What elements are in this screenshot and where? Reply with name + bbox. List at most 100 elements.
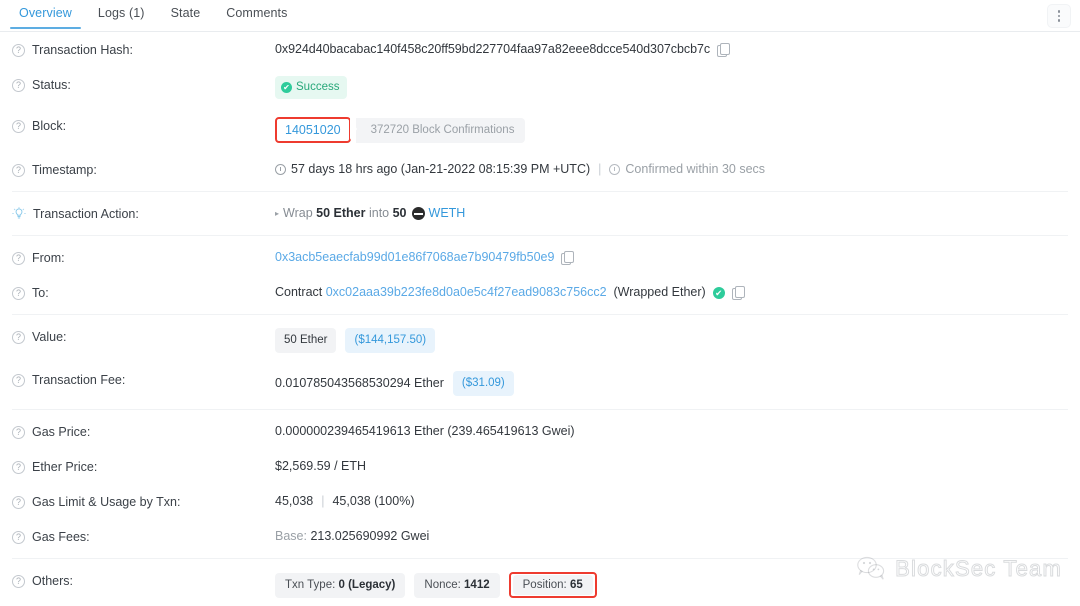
help-icon[interactable]: ?	[12, 78, 25, 92]
row-gas-fees: ? Gas Fees: Base: 213.025690992 Gwei	[0, 519, 1080, 554]
copy-icon[interactable]	[717, 42, 731, 57]
label-text: Transaction Action:	[33, 207, 139, 221]
help-icon[interactable]: ?	[12, 286, 25, 300]
help-icon[interactable]: ?	[12, 425, 25, 439]
tab-comments[interactable]: Comments	[213, 0, 300, 29]
divider	[12, 235, 1068, 236]
tab-state[interactable]: State	[158, 0, 214, 29]
label-text: Gas Fees:	[32, 530, 90, 544]
row-to: ? To: Contract 0xc02aaa39b223fe8d0a0e5c4…	[0, 275, 1080, 310]
tab-state-label: State	[170, 6, 201, 20]
label-status: ? Status:	[12, 76, 275, 93]
row-gas-price: ? Gas Price: 0.000000239465419613 Ether …	[0, 414, 1080, 449]
divider	[12, 409, 1068, 410]
help-icon[interactable]: ?	[12, 530, 25, 544]
help-icon[interactable]: ?	[12, 373, 25, 387]
label-text: Block:	[32, 119, 67, 133]
tab-bar: Overview Logs (1) State Comments	[0, 0, 1080, 32]
label-to: ? To:	[12, 284, 275, 301]
fee-fiat-pill: ($31.09)	[452, 371, 514, 396]
details-sheet: ? Transaction Hash: 0x924d40bacabac140f4…	[0, 32, 1080, 606]
gas-limit-separator: |	[321, 494, 325, 508]
fee-amount: 0.010785043568530294 Ether	[275, 376, 444, 390]
row-others: ? Others: Txn Type: 0 (Legacy) Nonce: 14…	[0, 563, 1080, 606]
verified-check-icon: ✔	[712, 286, 725, 299]
row-transaction-hash: ? Transaction Hash: 0x924d40bacabac140f4…	[0, 32, 1080, 67]
label-text: Ether Price:	[32, 460, 98, 474]
help-icon[interactable]: ?	[12, 163, 25, 177]
eth-token-icon	[411, 207, 425, 220]
label-text: Gas Price:	[32, 425, 91, 439]
kebab-menu-icon[interactable]	[1048, 5, 1070, 27]
help-icon[interactable]: ?	[12, 251, 25, 265]
help-icon[interactable]: ?	[12, 119, 25, 133]
txn-type-label: Txn Type:	[285, 578, 336, 591]
label-others: ? Others:	[12, 572, 275, 589]
value-timestamp: 57 days 18 hrs ago (Jan-21-2022 08:15:39…	[275, 161, 1080, 178]
value-gas-price: 0.000000239465419613 Ether (239.46541961…	[275, 424, 575, 438]
row-block: ? Block: 14051020 372720 Block Confirmat…	[0, 108, 1080, 152]
row-status: ? Status: ✔ Success	[0, 67, 1080, 108]
value-transaction-fee: 0.010785043568530294 Ether ($31.09)	[275, 371, 1080, 396]
label-text: Transaction Hash:	[32, 43, 133, 57]
stopwatch-icon	[609, 164, 621, 175]
gas-fees-base-label: Base:	[275, 529, 307, 543]
block-group: 14051020 372720 Block Confirmations	[275, 117, 526, 143]
nonce-value: 1412	[464, 578, 490, 591]
label-text: To:	[32, 286, 49, 300]
expand-caret-icon[interactable]: ▸	[275, 205, 279, 222]
tab-overview-label: Overview	[19, 6, 72, 20]
help-icon[interactable]: ?	[12, 330, 25, 344]
help-icon[interactable]: ?	[12, 574, 25, 588]
value-status: ✔ Success	[275, 76, 1080, 99]
position-annotation: Position: 65	[508, 572, 597, 598]
value-fiat-pill: ($144,157.50)	[345, 328, 436, 353]
nonce-label: Nonce:	[424, 578, 461, 591]
to-prefix: Contract	[275, 285, 323, 299]
check-icon: ✔	[281, 82, 292, 93]
tab-overview[interactable]: Overview	[6, 0, 85, 29]
status-badge-label: Success	[296, 81, 340, 93]
tab-comments-label: Comments	[226, 6, 288, 20]
value-others: Txn Type: 0 (Legacy) Nonce: 1412 Positio…	[275, 572, 1080, 598]
divider	[12, 191, 1068, 192]
value-gas-fees: Base: 213.025690992 Gwei	[275, 528, 1080, 545]
row-ether-price: ? Ether Price: $2,569.59 / ETH	[0, 449, 1080, 484]
help-icon[interactable]: ?	[12, 495, 25, 509]
label-value: ? Value:	[12, 328, 275, 345]
timestamp-text: 57 days 18 hrs ago (Jan-21-2022 08:15:39…	[291, 162, 591, 176]
label-gas-limit: ? Gas Limit & Usage by Txn:	[12, 493, 275, 510]
to-contract-name: (Wrapped Ether)	[613, 285, 706, 299]
value-transaction-hash: 0x924d40bacabac140f458c20ff59bd227704faa…	[275, 41, 1080, 58]
to-address-link[interactable]: 0xc02aaa39b223fe8d0a0e5c4f27ead9083c756c…	[326, 284, 607, 301]
label-gas-fees: ? Gas Fees:	[12, 528, 275, 545]
action-into: into	[368, 206, 390, 220]
value-from: 0x3acb5eaecfab99d01e86f7068ae7b90479fb50…	[275, 249, 1080, 266]
label-text: Timestamp:	[32, 163, 97, 177]
label-timestamp: ? Timestamp:	[12, 161, 275, 178]
label-ether-price: ? Ether Price:	[12, 458, 275, 475]
position-label: Position:	[522, 579, 567, 591]
copy-icon[interactable]	[561, 250, 575, 265]
nonce-pill: Nonce: 1412	[414, 572, 500, 598]
value-to: Contract 0xc02aaa39b223fe8d0a0e5c4f27ead…	[275, 284, 1080, 301]
label-gas-price: ? Gas Price:	[12, 423, 275, 440]
clock-icon	[275, 164, 286, 175]
help-icon[interactable]: ?	[12, 43, 25, 57]
block-number-link[interactable]: 14051020	[279, 120, 347, 140]
help-icon[interactable]: ?	[12, 460, 25, 474]
copy-icon[interactable]	[731, 285, 745, 300]
tab-logs-label: Logs (1)	[97, 6, 145, 20]
txn-type-pill: Txn Type: 0 (Legacy)	[275, 572, 406, 598]
value-gas-limit: 45,038 | 45,038 (100%)	[275, 493, 1080, 510]
label-transaction-hash: ? Transaction Hash:	[12, 41, 275, 58]
value-ether-price: $2,569.59 / ETH	[275, 459, 367, 473]
from-address-link[interactable]: 0x3acb5eaecfab99d01e86f7068ae7b90479fb50…	[275, 249, 554, 266]
action-token-link[interactable]: WETH	[429, 205, 466, 222]
value-transaction-action: ▸ Wrap 50 Ether into 50 WETH	[275, 205, 1080, 222]
timestamp-separator: |	[598, 162, 602, 176]
kebab-dot	[1057, 10, 1061, 13]
label-text: Gas Limit & Usage by Txn:	[32, 495, 181, 509]
tab-logs[interactable]: Logs (1)	[85, 0, 158, 29]
label-from: ? From:	[12, 249, 275, 266]
